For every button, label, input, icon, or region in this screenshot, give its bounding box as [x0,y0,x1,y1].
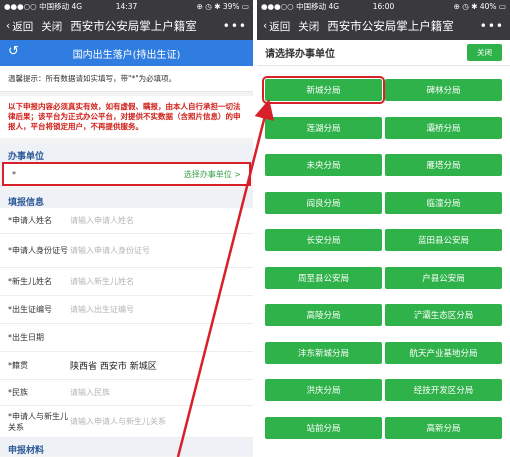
field-label: *出生日期 [8,333,44,342]
back-label: 返回 [12,20,34,33]
field-label: *申请人姓名 [8,216,52,225]
field-input[interactable]: 请输入出生证编号 [70,304,245,315]
status-bar: ●●●○○ 中国移动 4G 14:37 ⊕ ◷ ✱ 39% ▭ [0,0,253,12]
field-label: *出生证编号 [8,305,52,314]
unit-button[interactable]: 沣东新城分局 [265,341,382,364]
left-phone-screen: ●●●○○ 中国移动 4G 14:37 ⊕ ◷ ✱ 39% ▭ ‹ 返回 关闭 … [0,0,253,457]
unit-button[interactable]: 临潼分局 [385,191,502,214]
field-applicant-name[interactable]: *申请人姓名 请输入申请人姓名 [0,208,253,234]
unit-button[interactable]: 未央分局 [265,154,382,176]
field-label: *申请人身份证号 [8,246,68,255]
wechat-nav-bar: ‹ 返回 关闭 西安市公安局掌上户籍室 ••• [257,12,510,40]
back-label: 返回 [269,20,291,33]
unit-button[interactable]: 浐灞生态区分局 [385,304,502,326]
unit-button[interactable]: 雁塔分局 [385,154,502,176]
unit-button[interactable]: 高新分局 [385,416,502,439]
unit-button[interactable]: 经技开发区分局 [385,379,502,401]
unit-button[interactable]: 高陵分局 [265,304,382,326]
close-link[interactable]: 关闭 [298,19,319,34]
field-label: *申请人与新生儿关系 [8,411,68,432]
warning-text: 以下申报内容必须真实有效，如有虚假、瞒报，由本人自行承担一切法律后果；该平台为正… [0,96,253,138]
field-birth-cert[interactable]: *出生证编号 请输入出生证编号 [0,296,253,324]
clock-text: 16:00 [372,1,395,11]
unit-button[interactable]: 莲湖分局 [265,116,382,139]
unit-picker-header: 请选择办事单位 关闭 [257,40,510,66]
field-input[interactable]: 请输入申请人与新生儿关系 [70,416,245,427]
unit-button[interactable]: 新城分局 [262,76,385,104]
unit-button[interactable]: 碑林分局 [385,79,502,101]
back-button[interactable]: ‹ 返回 [263,19,290,34]
field-native-place[interactable]: *籍贯 陕西省 西安市 新城区 [0,352,253,380]
unit-button[interactable]: 蓝田县公安局 [385,229,502,251]
field-input[interactable]: 请输入新生儿姓名 [70,276,245,287]
field-label: *民族 [8,388,28,397]
battery-text: ⊕ ◷ ✱ 40% ▭ [453,1,507,11]
battery-text: ⊕ ◷ ✱ 39% ▭ [196,1,250,11]
unit-button[interactable]: 航天产业基地分局 [385,341,502,364]
unit-button[interactable]: 站前分局 [265,416,382,439]
unit-button[interactable]: 阎良分局 [265,191,382,214]
field-input[interactable]: 请输入申请人身份证号 [70,245,245,256]
unit-picker-title: 请选择办事单位 [265,49,335,60]
unit-button[interactable]: 洪庆分局 [265,379,382,401]
select-unit-link[interactable]: 选择办事单位 > [184,169,241,180]
unit-button[interactable]: 户县公安局 [385,266,502,289]
unit-button[interactable]: 灞桥分局 [385,116,502,139]
more-icon[interactable]: ••• [480,19,504,33]
field-input[interactable]: 请输入民族 [70,387,245,398]
field-applicant-id[interactable]: *申请人身份证号 请输入申请人身份证号 [0,234,253,268]
tip-text: 温馨提示：所有数据请如实填写，带"*"为必填项。 [0,66,253,92]
field-ethnicity[interactable]: *民族 请输入民族 [0,380,253,406]
clock-text: 14:37 [115,1,138,11]
form-header: ↺ 国内出生落户(持出生证) [0,40,253,66]
select-unit-row[interactable]: * 选择办事单位 > [2,162,251,186]
status-bar: ●●●○○ 中国移动 4G 16:00 ⊕ ◷ ✱ 40% ▭ [257,0,510,12]
section-info-heading: 填报信息 [0,190,253,208]
chevron-left-icon: ‹ [6,20,11,32]
field-input[interactable]: 请输入申请人姓名 [70,215,245,226]
refresh-back-icon[interactable]: ↺ [8,44,19,59]
more-icon[interactable]: ••• [223,19,247,33]
field-label: *新生儿姓名 [8,277,52,286]
field-label: *籍贯 [8,361,28,370]
form-title: 国内出生落户(持出生证) [72,49,181,61]
section-materials-heading: 申报材料 [0,438,253,456]
required-star: * [12,169,16,179]
carrier-text: ●●●○○ 中国移动 4G [261,1,340,11]
close-button[interactable]: 关闭 [467,44,502,61]
field-relationship[interactable]: *申请人与新生儿关系 请输入申请人与新生儿关系 [0,406,253,438]
wechat-nav-bar: ‹ 返回 关闭 西安市公安局掌上户籍室 ••• [0,12,253,40]
unit-button[interactable]: 长安分局 [265,229,382,251]
page-title: 西安市公安局掌上户籍室 [70,19,197,33]
carrier-text: ●●●○○ 中国移动 4G [4,1,83,11]
unit-button[interactable]: 周至县公安局 [265,266,382,289]
chevron-left-icon: ‹ [263,20,268,32]
close-link[interactable]: 关闭 [41,19,62,34]
right-phone-screen: ●●●○○ 中国移动 4G 16:00 ⊕ ◷ ✱ 40% ▭ ‹ 返回 关闭 … [257,0,510,457]
field-baby-name[interactable]: *新生儿姓名 请输入新生儿姓名 [0,268,253,296]
field-select[interactable]: 陕西省 西安市 新城区 [70,359,245,372]
page-title: 西安市公安局掌上户籍室 [327,19,454,33]
field-birth-date[interactable]: *出生日期 [0,324,253,352]
back-button[interactable]: ‹ 返回 [6,19,33,34]
section-unit-heading: 办事单位 [0,144,253,162]
